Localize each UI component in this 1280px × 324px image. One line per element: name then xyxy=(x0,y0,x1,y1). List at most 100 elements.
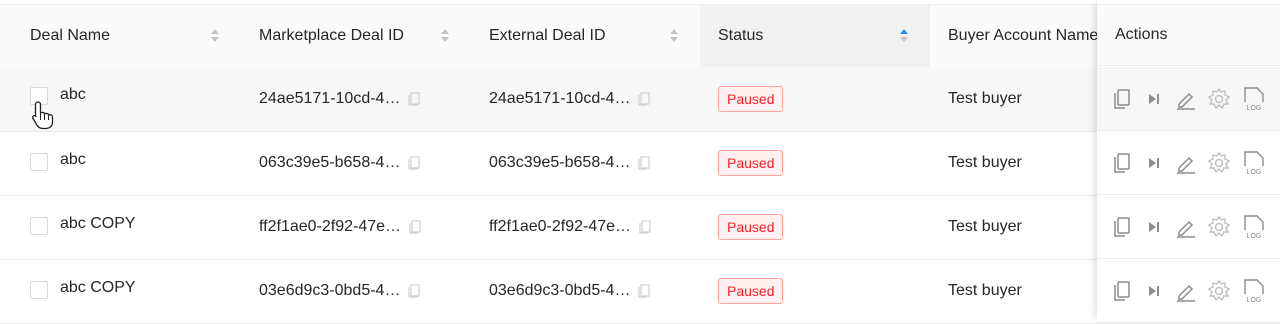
status-cell: Paused xyxy=(718,67,784,131)
marketplace-deal-id: 063c39e5-b658-4… xyxy=(259,154,401,171)
column-header-status[interactable]: Status xyxy=(700,5,930,67)
marketplace-deal-id-cell: ff2f1ae0-2f92-47e… xyxy=(259,195,421,259)
buyer-account-name: Test buyer xyxy=(948,218,1022,235)
table-row[interactable]: abc 063c39e5-b658-4… 063c39e5-b658-4… Pa… xyxy=(0,131,1280,196)
deals-table: Deal Name Marketplace Deal ID External D… xyxy=(0,0,1280,324)
status-badge: Paused xyxy=(718,214,784,240)
column-header-buyer-account-name[interactable]: Buyer Account Name xyxy=(930,5,1100,67)
row-checkbox[interactable] xyxy=(30,153,48,171)
row-select-cell: abc COPY xyxy=(30,259,136,323)
table-row[interactable]: abc COPY ff2f1ae0-2f92-47e… ff2f1ae0-2f9… xyxy=(0,195,1280,260)
buyer-cell: Test buyer xyxy=(948,131,1022,195)
row-actions: LOG xyxy=(1097,131,1280,195)
buyer-cell: Test buyer xyxy=(948,195,1022,259)
row-checkbox[interactable] xyxy=(30,281,48,299)
edit-icon[interactable] xyxy=(1175,259,1197,323)
external-deal-id-cell: 063c39e5-b658-4… xyxy=(489,131,651,195)
log-icon[interactable]: LOG xyxy=(1243,195,1265,259)
log-icon[interactable]: LOG xyxy=(1243,131,1265,195)
sort-ascending-icon[interactable] xyxy=(900,28,908,44)
copy-icon[interactable] xyxy=(638,284,651,298)
column-header-actions: Actions xyxy=(1097,4,1280,66)
column-header-label: Actions xyxy=(1115,26,1168,43)
marketplace-deal-id: ff2f1ae0-2f92-47e… xyxy=(259,218,402,235)
deal-name[interactable]: abc COPY xyxy=(60,215,136,233)
log-icon-label: LOG xyxy=(1247,105,1262,112)
edit-icon[interactable] xyxy=(1175,195,1197,259)
row-actions: LOG xyxy=(1097,67,1280,131)
external-deal-id-cell: ff2f1ae0-2f92-47e… xyxy=(489,195,651,259)
status-cell: Paused xyxy=(718,259,784,323)
deal-name[interactable]: abc xyxy=(60,151,86,169)
buyer-account-name: Test buyer xyxy=(948,90,1022,107)
copy-icon[interactable] xyxy=(409,220,421,234)
marketplace-deal-id-cell: 03e6d9c3-0bd5-4… xyxy=(259,259,421,323)
deal-name[interactable]: abc COPY xyxy=(60,279,136,297)
gear-icon[interactable] xyxy=(1207,259,1231,323)
table-row[interactable]: abc COPY 03e6d9c3-0bd5-4… 03e6d9c3-0bd5-… xyxy=(0,259,1280,324)
sort-icon[interactable] xyxy=(441,28,449,44)
deal-name[interactable]: abc xyxy=(60,86,86,104)
marketplace-deal-id-cell: 063c39e5-b658-4… xyxy=(259,131,421,195)
table-row[interactable]: abc 24ae5171-10cd-4… 24ae5171-10cd-4… Pa… xyxy=(0,67,1280,132)
edit-icon[interactable] xyxy=(1175,131,1197,195)
external-deal-id: 063c39e5-b658-4… xyxy=(489,154,631,171)
log-icon-label: LOG xyxy=(1247,233,1262,240)
column-header-marketplace-deal-id[interactable]: Marketplace Deal ID xyxy=(229,5,459,67)
copy-icon[interactable] xyxy=(638,156,651,170)
status-badge: Paused xyxy=(718,150,784,176)
external-deal-id-cell: 03e6d9c3-0bd5-4… xyxy=(489,259,651,323)
copy-icon[interactable] xyxy=(1113,195,1131,259)
buyer-cell: Test buyer xyxy=(948,259,1022,323)
gear-icon[interactable] xyxy=(1207,195,1231,259)
copy-icon[interactable] xyxy=(1113,131,1131,195)
sort-icon[interactable] xyxy=(670,28,678,44)
status-cell: Paused xyxy=(718,131,784,195)
marketplace-deal-id: 24ae5171-10cd-4… xyxy=(259,90,401,107)
external-deal-id: 03e6d9c3-0bd5-4… xyxy=(489,282,631,299)
log-icon-label: LOG xyxy=(1247,169,1262,176)
column-header-label: External Deal ID xyxy=(489,27,606,44)
play-icon[interactable] xyxy=(1147,131,1161,195)
buyer-account-name: Test buyer xyxy=(948,154,1022,171)
copy-icon[interactable] xyxy=(1113,67,1131,131)
row-actions: LOG xyxy=(1097,195,1280,259)
row-actions: LOG xyxy=(1097,259,1280,323)
marketplace-deal-id: 03e6d9c3-0bd5-4… xyxy=(259,282,401,299)
row-checkbox[interactable] xyxy=(30,217,48,235)
buyer-account-name: Test buyer xyxy=(948,282,1022,299)
copy-icon[interactable] xyxy=(408,92,421,106)
marketplace-deal-id-cell: 24ae5171-10cd-4… xyxy=(259,67,421,131)
log-icon[interactable]: LOG xyxy=(1243,259,1265,323)
external-deal-id: 24ae5171-10cd-4… xyxy=(489,90,631,107)
copy-icon[interactable] xyxy=(639,220,651,234)
play-icon[interactable] xyxy=(1147,259,1161,323)
column-header-deal-name[interactable]: Deal Name xyxy=(0,5,229,67)
table-header: Deal Name Marketplace Deal ID External D… xyxy=(0,4,1280,68)
row-select-cell: abc xyxy=(30,131,86,195)
pointer-cursor-icon xyxy=(32,101,54,130)
copy-icon[interactable] xyxy=(638,92,651,106)
play-icon[interactable] xyxy=(1147,195,1161,259)
external-deal-id-cell: 24ae5171-10cd-4… xyxy=(489,67,651,131)
column-header-label: Deal Name xyxy=(30,27,111,44)
gear-icon[interactable] xyxy=(1207,67,1231,131)
copy-icon[interactable] xyxy=(1113,259,1131,323)
status-badge: Paused xyxy=(718,86,784,112)
edit-icon[interactable] xyxy=(1175,67,1197,131)
log-icon[interactable]: LOG xyxy=(1243,67,1265,131)
log-icon-label: LOG xyxy=(1247,297,1262,304)
column-header-external-deal-id[interactable]: External Deal ID xyxy=(459,5,688,67)
copy-icon[interactable] xyxy=(408,156,421,170)
status-cell: Paused xyxy=(718,195,784,259)
copy-icon[interactable] xyxy=(408,284,421,298)
row-select-cell: abc COPY xyxy=(30,195,136,259)
play-icon[interactable] xyxy=(1147,67,1161,131)
column-header-label: Marketplace Deal ID xyxy=(259,27,404,44)
status-badge: Paused xyxy=(718,278,784,304)
buyer-cell: Test buyer xyxy=(948,67,1022,131)
gear-icon[interactable] xyxy=(1207,131,1231,195)
actions-column: Actions LOG LOG LOG LOG xyxy=(1097,0,1280,323)
sort-icon[interactable] xyxy=(211,28,219,44)
external-deal-id: ff2f1ae0-2f92-47e… xyxy=(489,218,632,235)
